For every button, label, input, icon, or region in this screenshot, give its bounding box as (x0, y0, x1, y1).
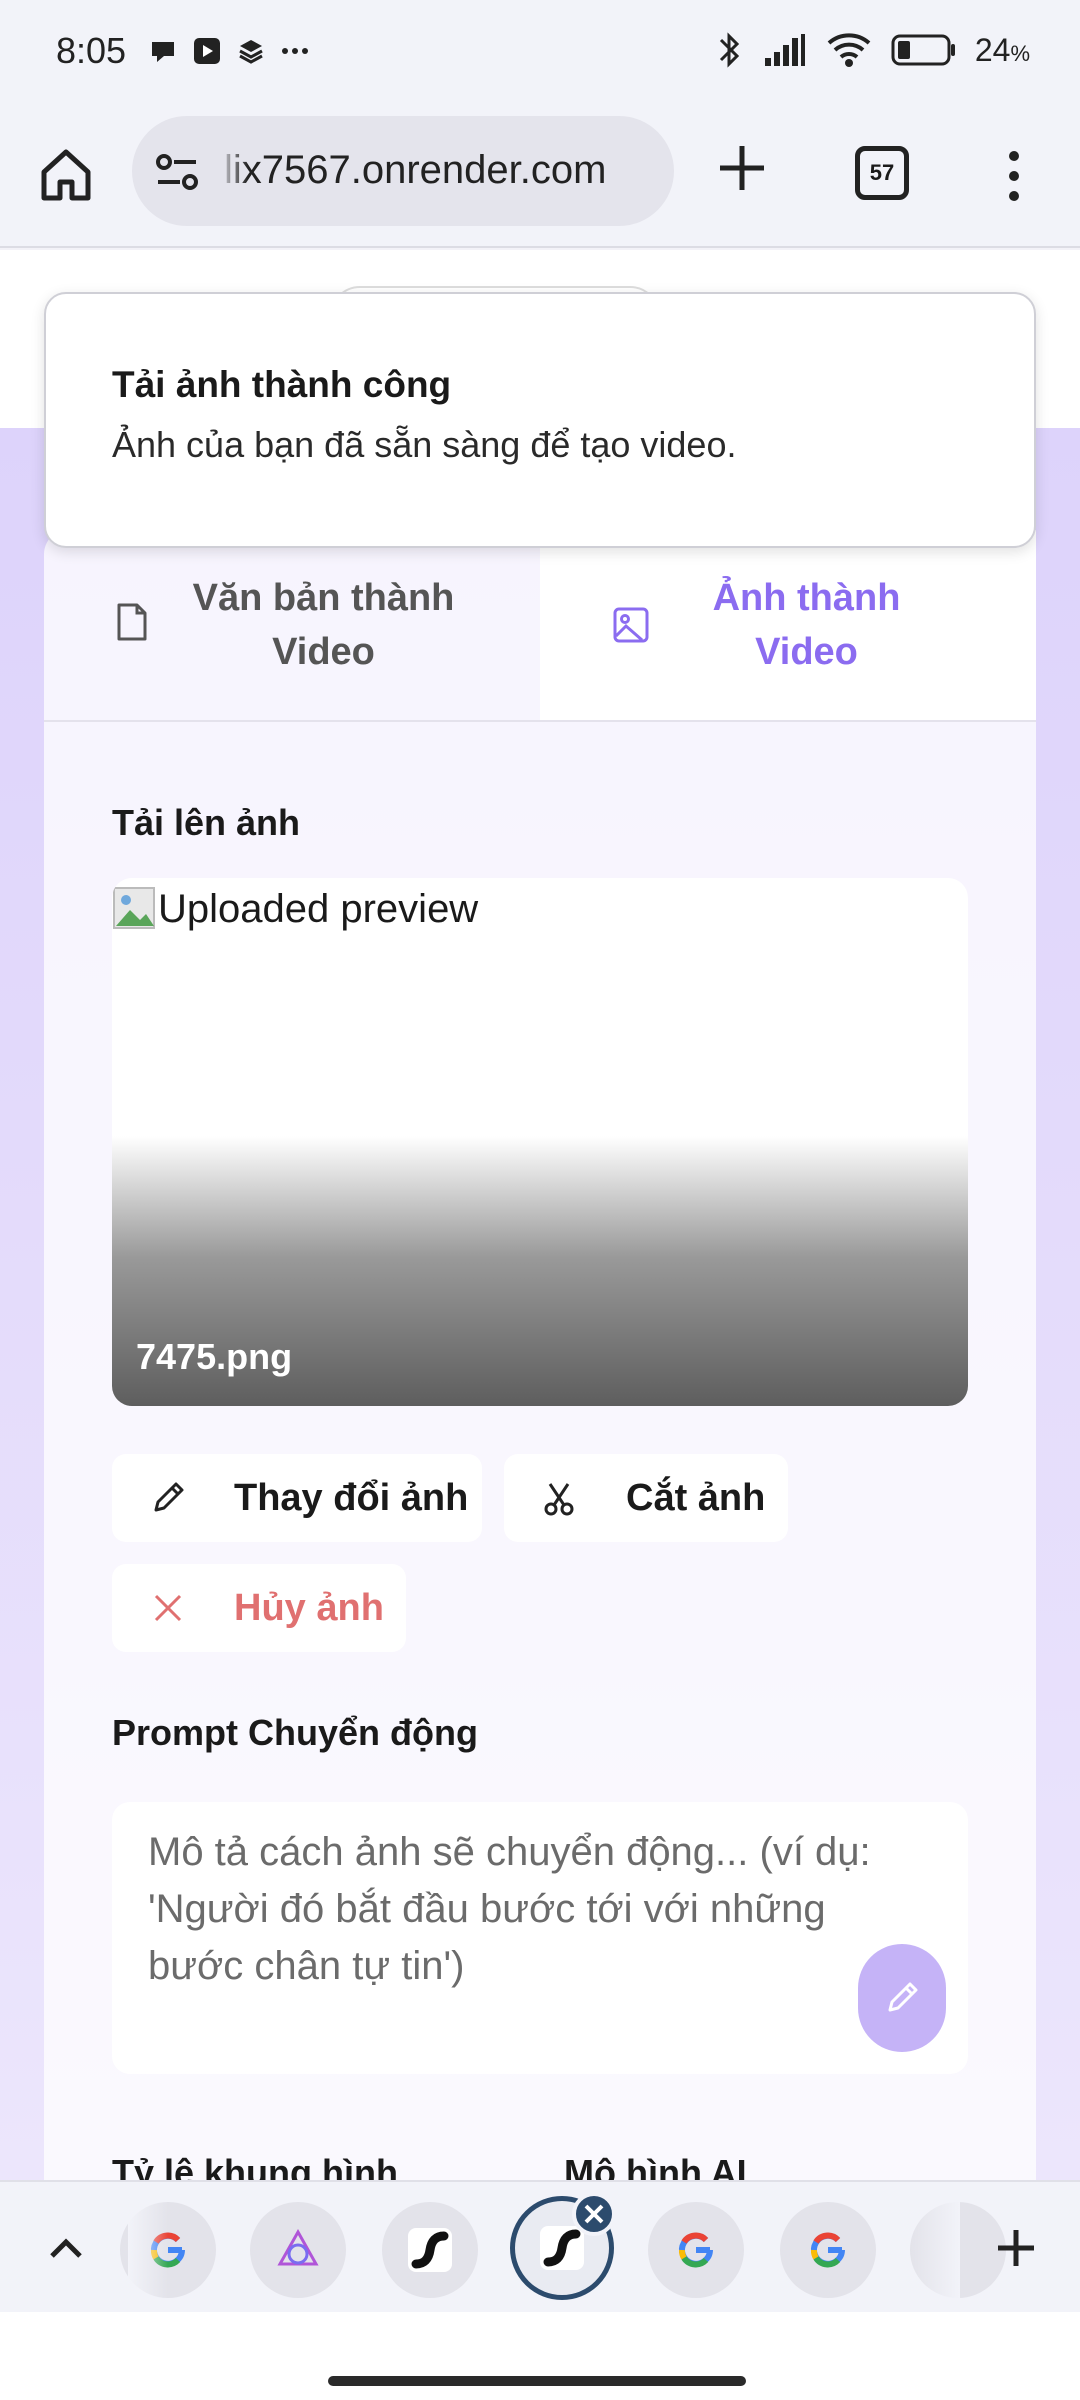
address-bar[interactable]: lix7567.onrender.com (132, 116, 674, 226)
url-text[interactable]: lix7567.onrender.com (224, 148, 606, 193)
system-status: 24% (713, 30, 1030, 70)
plus-icon[interactable] (994, 2226, 1038, 2270)
tab-switcher-button[interactable]: 57 (855, 146, 909, 200)
tab-google-2[interactable] (648, 2202, 744, 2298)
battery-icon (891, 34, 955, 66)
crop-image-label: Cắt ảnh (626, 1476, 766, 1519)
tab-text-to-video[interactable]: Văn bản thành Video (191, 530, 456, 720)
cancel-image-label: Hủy ảnh (234, 1586, 384, 1629)
chevron-up-icon[interactable] (44, 2226, 88, 2270)
aspect-ratio-label: Tỷ lệ khung hình (112, 2152, 398, 2180)
prompt-textarea[interactable]: Mô tả cách ảnh sẽ chuyển động... (ví dụ:… (112, 1802, 968, 2074)
tab-image-to-video-label[interactable]: Ảnh thành Video (674, 530, 939, 720)
close-icon (154, 1594, 182, 1622)
tab-site-1[interactable] (382, 2202, 478, 2298)
wifi-icon (827, 33, 871, 67)
model-label: Mô hình AI (564, 2152, 747, 2180)
bluetooth-icon (719, 32, 739, 68)
pencil-icon (154, 1482, 184, 1512)
chat-notification-icon (148, 36, 178, 66)
close-icon (584, 2204, 604, 2224)
site-logo-icon (540, 2226, 584, 2270)
tab-ai-app[interactable] (250, 2202, 346, 2298)
prompt-label: Prompt Chuyển động (112, 1712, 478, 1753)
toast-title: Tải ảnh thành công (112, 364, 452, 405)
change-image-label: Thay đổi ảnh (234, 1476, 469, 1519)
tab-google-3[interactable] (780, 2202, 876, 2298)
enhance-prompt-button[interactable] (858, 1944, 946, 2052)
url-fade (218, 116, 248, 226)
magic-pencil-icon (888, 1982, 918, 2012)
status-time: 8:05 (56, 30, 127, 71)
strip-fade-right (910, 2182, 960, 2314)
close-tab-button[interactable] (572, 2192, 616, 2236)
broken-image-icon (113, 887, 155, 929)
upload-label: Tải lên ảnh (112, 802, 301, 843)
status-bar: 8:05 24% (0, 0, 1080, 108)
crop-image-button[interactable]: Cắt ảnh (504, 1454, 788, 1542)
more-notifications-icon (280, 36, 310, 66)
strip-fade-left (128, 2182, 168, 2314)
browser-menu-button[interactable] (996, 146, 1032, 206)
image-icon (613, 607, 649, 643)
change-image-button[interactable]: Thay đổi ảnh (112, 1454, 482, 1542)
home-icon (41, 149, 91, 201)
triangle-knot-icon (277, 2228, 319, 2266)
site-logo-icon (408, 2228, 452, 2272)
battery-level: 24% (974, 31, 1030, 68)
home-button[interactable] (36, 144, 96, 204)
plus-icon (720, 146, 764, 190)
file-name: 7475.png (136, 1336, 293, 1377)
notification-icons (148, 36, 310, 66)
signal-icon (764, 34, 805, 66)
preview-alt-text: Uploaded preview (112, 886, 478, 932)
cancel-image-button[interactable]: Hủy ảnh (112, 1564, 406, 1652)
new-tab-button[interactable] (712, 138, 772, 198)
scissors-icon (544, 1483, 574, 1516)
mode-tabs: Văn bản thành Video Ảnh thành Video (44, 530, 1036, 722)
layers-notification-icon (236, 36, 266, 66)
gesture-nav-area (0, 2312, 1080, 2400)
document-icon (117, 603, 147, 641)
more-vert-icon (1009, 151, 1019, 201)
image-preview[interactable]: Uploaded preview 7475.png (112, 878, 968, 1406)
google-icon (679, 2232, 713, 2268)
prompt-placeholder: Mô tả cách ảnh sẽ chuyển động... (ví dụ:… (148, 1830, 871, 1988)
toast-message: Ảnh của bạn đã sẵn sàng để tạo video. (112, 424, 737, 465)
gesture-handle[interactable] (328, 2376, 746, 2386)
site-settings-icon[interactable] (154, 150, 200, 194)
google-icon (811, 2232, 845, 2268)
tab-strip (0, 2180, 1080, 2314)
browser-toolbar: lix7567.onrender.com 57 (0, 108, 1080, 248)
app-notification-icon (192, 36, 222, 66)
success-toast[interactable]: Tải ảnh thành công Ảnh của bạn đã sẵn sà… (44, 292, 1036, 548)
